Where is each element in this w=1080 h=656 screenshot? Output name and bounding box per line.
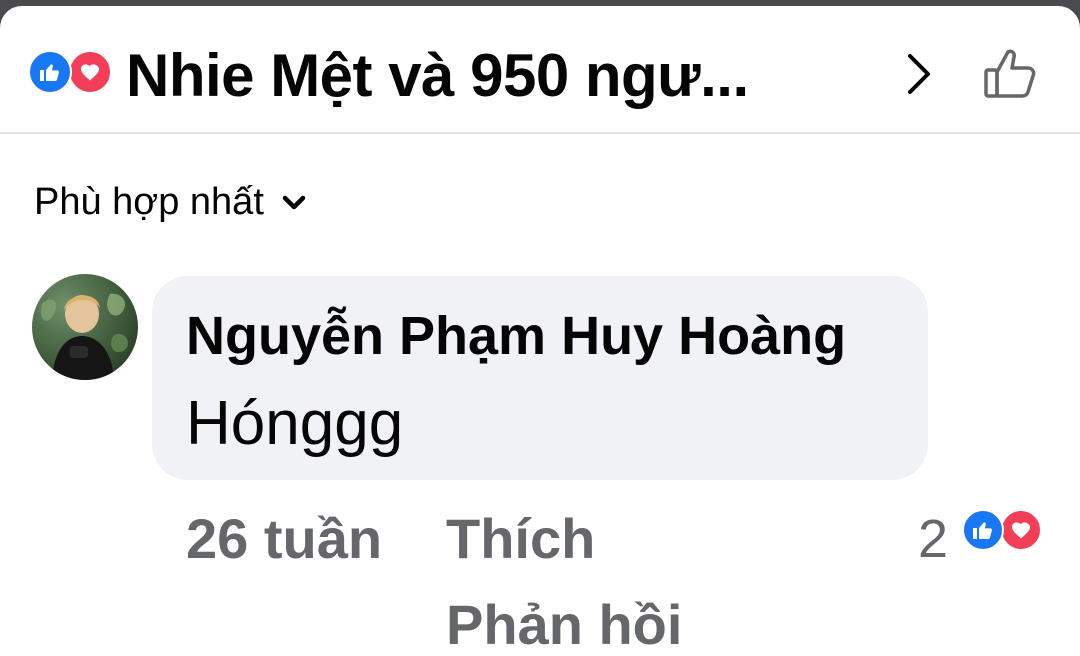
comment-author[interactable]: Nguyễn Phạm Huy Hoàng xyxy=(186,304,846,368)
reactions-header[interactable]: Nhie Mệt và 950 ngư... xyxy=(0,6,1080,134)
avatar[interactable] xyxy=(32,274,138,380)
like-button[interactable]: Thích xyxy=(446,506,595,572)
reactions-summary-title[interactable]: Nhie Mệt và 950 ngư... xyxy=(126,40,749,112)
like-reaction-icon xyxy=(28,50,72,94)
thumbs-up-outline-icon[interactable] xyxy=(980,44,1040,104)
chevron-right-icon[interactable] xyxy=(896,50,940,98)
like-reaction-icon xyxy=(962,509,1004,551)
sort-dropdown[interactable]: Phù hợp nhất xyxy=(34,174,308,230)
love-reaction-icon xyxy=(68,50,112,94)
reply-button[interactable]: Phản hồi xyxy=(446,592,682,656)
comment-reactions[interactable] xyxy=(962,509,1054,555)
love-reaction-icon xyxy=(1000,509,1042,551)
comment-bubble[interactable]: Nguyễn Phạm Huy Hoàng Hónggg xyxy=(152,276,928,480)
comments-sheet: Nhie Mệt và 950 ngư... Phù hợp nhất Nguy… xyxy=(0,6,1080,656)
sort-label: Phù hợp nhất xyxy=(34,181,264,223)
header-reactions xyxy=(28,50,118,94)
comment-reaction-count[interactable]: 2 xyxy=(918,506,948,572)
chevron-down-icon xyxy=(282,195,306,210)
comment-text: Hónggg xyxy=(186,389,404,458)
comment-timestamp[interactable]: 26 tuần xyxy=(186,506,382,572)
